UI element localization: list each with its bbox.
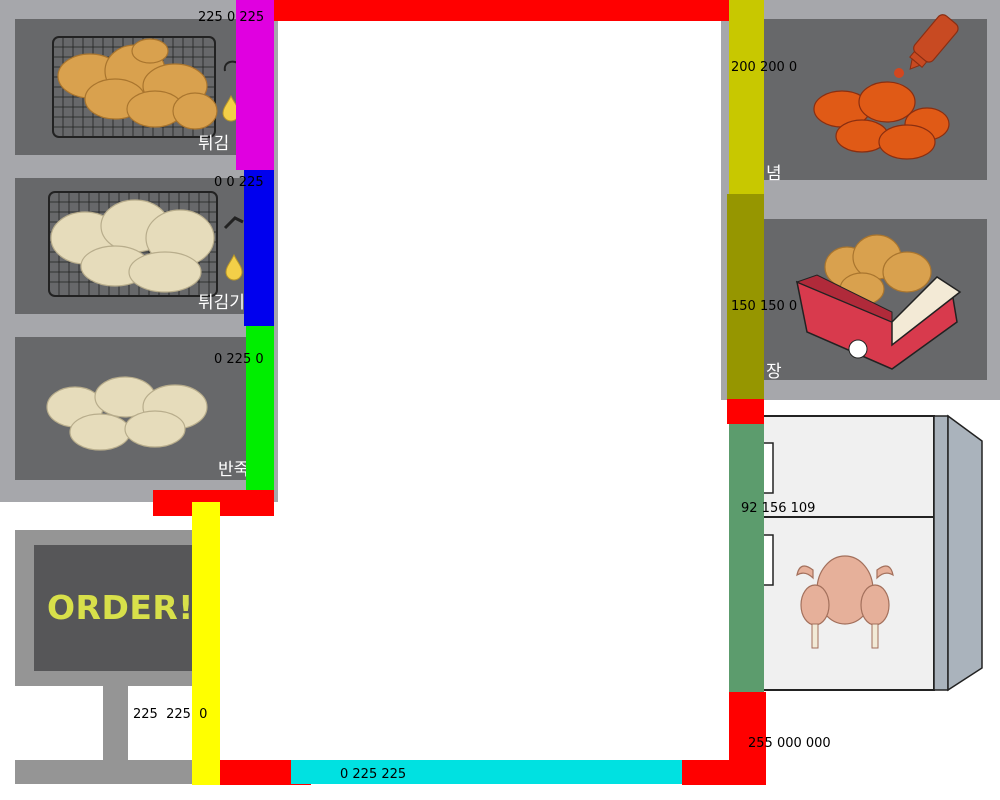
seasoned-chicken-icon: [813, 81, 950, 160]
wall-right-red-mid: [727, 399, 764, 424]
seasoning-station[interactable]: 념: [762, 14, 987, 184]
wall-olive-light: [729, 0, 764, 194]
rgb-label-olive-light: 200 200 0: [731, 60, 798, 75]
rgb-label-blue: 0 0 225: [214, 175, 264, 190]
rgb-label-magenta: 225 0 225: [198, 10, 265, 25]
rgb-label-olive-dark: 150 150 0: [731, 299, 798, 314]
wall-blue: [244, 170, 274, 326]
rgb-label-cyan: 0 225 225: [340, 767, 407, 782]
order-button-text[interactable]: ORDER!!: [47, 588, 209, 627]
fryer-done-label: 튀김: [198, 134, 230, 154]
raw-chicken-icon: [48, 191, 244, 297]
sauce-bottle-icon: [894, 14, 959, 78]
order-board-base: [15, 760, 207, 784]
wall-top-red: [258, 0, 760, 21]
rgb-label-green: 0 225 0: [214, 352, 264, 367]
order-board-post: [103, 686, 128, 760]
whole-chicken-icon[interactable]: [795, 550, 895, 655]
oil-drop-icon: [225, 253, 243, 281]
chicken-box-icon: [795, 234, 962, 370]
wall-olive-dark: [727, 194, 764, 399]
fryer-station[interactable]: 튀김기: [15, 178, 267, 314]
rgb-label-seagreen: 92 156 109: [741, 501, 816, 516]
fryer-done-station[interactable]: 튀김: [15, 19, 267, 155]
wall-magenta: [236, 0, 274, 170]
wall-yellow: [192, 502, 220, 785]
batter-label: 반죽: [218, 460, 250, 480]
rgb-label-red: 255 000 000: [748, 736, 831, 751]
fried-chicken-icon: [52, 36, 241, 138]
rgb-label-yellow: 225 225 0: [133, 707, 208, 722]
packing-label: 장: [766, 362, 782, 382]
fryer-label: 튀김기: [198, 293, 245, 313]
wall-seagreen: [729, 424, 764, 692]
seasoning-label: 념: [766, 164, 782, 184]
dough-icon: [46, 376, 208, 451]
